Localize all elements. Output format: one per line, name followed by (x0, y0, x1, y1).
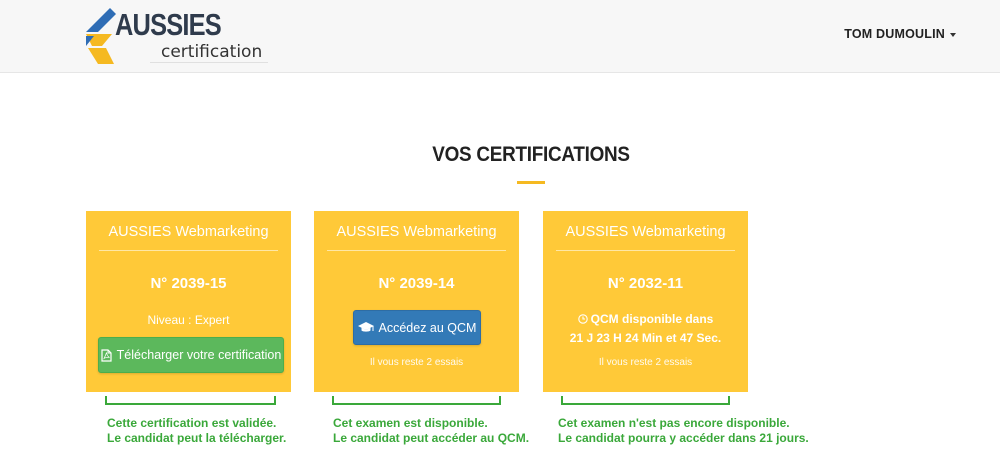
page-title: VOS CERTIFICATIONS (432, 143, 630, 166)
annotation-bracket (561, 396, 730, 405)
certification-card: AUSSIES Webmarketing N° 2032-11 QCM disp… (543, 211, 748, 392)
annotation-note: Cet examen est disponible. Le candidat p… (333, 416, 529, 446)
certification-card: AUSSIES Webmarketing N° 2039-14 Accédez … (314, 211, 519, 392)
graduation-cap-icon (357, 322, 374, 333)
annotation-note: Cet examen n'est pas encore disponible. … (558, 416, 809, 446)
clock-icon (577, 313, 588, 327)
card-level: Niveau : Expert (147, 313, 230, 327)
annotation-bracket (332, 396, 501, 405)
logo-chevron-icon (86, 8, 116, 64)
access-qcm-label: Accédez au QCM (378, 320, 477, 335)
annotation-note: Cette certification est validée. Le cand… (107, 416, 286, 446)
card-program: AUSSIES Webmarketing (108, 224, 269, 240)
download-certification-button[interactable]: Télécharger votre certification (98, 337, 284, 373)
top-navbar: AUSSIES certification TOM DUMOULIN (0, 0, 1000, 73)
user-name: TOM DUMOULIN (844, 27, 945, 41)
certification-card: AUSSIES Webmarketing N° 2039-15 Niveau :… (86, 211, 291, 392)
availability-text: QCM disponible dans (590, 312, 714, 326)
annotation-line: Cet examen n'est pas encore disponible. (558, 416, 790, 430)
card-divider (327, 250, 506, 251)
annotation-line: Le candidat peut accéder au QCM. (333, 431, 530, 445)
logo-title: AUSSIES (115, 7, 222, 42)
pdf-file-icon (101, 348, 112, 362)
annotation-line: Le candidat peut la télécharger. (107, 431, 287, 445)
annotation-line: Cette certification est validée. (107, 416, 277, 430)
card-divider (99, 250, 278, 251)
annotation-bracket (105, 396, 276, 405)
access-qcm-button[interactable]: Accédez au QCM (353, 310, 481, 345)
card-number: N° 2039-14 (378, 275, 455, 292)
card-divider (556, 250, 735, 251)
attempts-remaining: Il vous reste 2 essais (598, 357, 693, 368)
attempts-remaining: Il vous reste 2 essais (369, 357, 464, 368)
logo-subtitle: certification (161, 42, 263, 62)
caret-down-icon (950, 32, 956, 37)
user-menu-dropdown[interactable]: TOM DUMOULIN (844, 27, 956, 41)
qcm-availability: QCM disponible dans (543, 312, 748, 327)
card-number: N° 2032-11 (607, 275, 684, 292)
brand-logo[interactable]: AUSSIES certification (84, 4, 268, 68)
card-program: AUSSIES Webmarketing (565, 224, 726, 240)
availability-countdown: 21 J 23 H 24 Min et 47 Sec. (569, 331, 722, 345)
annotation-line: Cet examen est disponible. (333, 416, 488, 430)
title-underline (517, 181, 545, 184)
download-button-label: Télécharger votre certification (116, 348, 282, 362)
card-program: AUSSIES Webmarketing (336, 224, 497, 240)
logo-divider (150, 62, 268, 63)
card-number: N° 2039-15 (150, 275, 227, 292)
annotation-line: Le candidat pourra y accéder dans 21 jou… (558, 431, 809, 445)
